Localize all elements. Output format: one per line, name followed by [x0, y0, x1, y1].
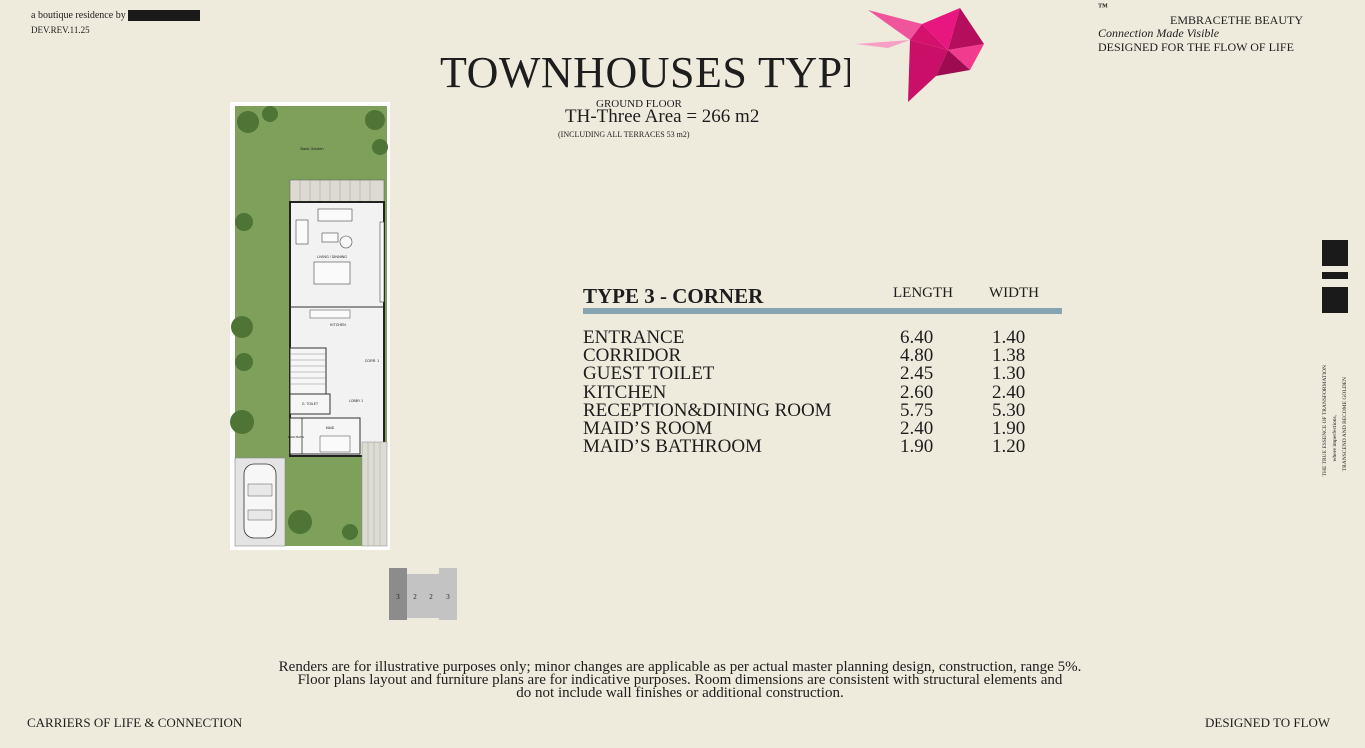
- table-row: GUEST TOILET 2.45 1.30: [583, 363, 1062, 385]
- plan-label-guest-toilet: G. TOILET: [302, 402, 318, 406]
- plan-label-kitchen: KITCHEN: [330, 323, 346, 327]
- brand-text: a boutique residence by: [31, 10, 126, 21]
- floor-plan: Back Garden LIVING / DINNING KITCHEN COR…: [230, 102, 390, 550]
- key-plan-unit-3: 2: [429, 593, 433, 601]
- disclaimer-line-3: do not include wall finishes or addition…: [516, 685, 844, 701]
- table-rule: [583, 308, 1062, 314]
- room-width: 1.30: [992, 363, 1026, 385]
- plan-label-lobby: LOBBY 1: [349, 399, 363, 403]
- dimensions-table: ENTRANCE 6.40 1.40 CORRIDOR 4.80 1.38 GUEST …: [583, 328, 1062, 458]
- table-title: TYPE 3 - CORNER: [583, 284, 764, 308]
- tagline-3: DESIGNED FOR THE FLOW OF LIFE: [1098, 40, 1294, 54]
- page-title: TOWNHOUSES TYPE 3: [440, 48, 905, 97]
- footer-left: CARRIERS OF LIFE & CONNECTION: [27, 715, 243, 730]
- tagline-2: Connection Made Visible: [1098, 26, 1220, 40]
- key-plan-unit-4: 3: [446, 593, 450, 601]
- disclaimer: Renders are for illustrative purposes on…: [180, 660, 1180, 701]
- column-header-width: WIDTH: [989, 285, 1039, 301]
- room-name: GUEST TOILET: [583, 363, 715, 385]
- brand-line: a boutique residence by: [31, 10, 200, 22]
- room-name: MAID’S BATHROOM: [583, 436, 762, 458]
- trademark-symbol: ™: [1098, 2, 1108, 13]
- table-row: MAID’S BATHROOM 1.90 1.20: [583, 436, 1062, 458]
- side-bar-top: [1322, 240, 1348, 266]
- plan-label-living: LIVING / DINNING: [317, 255, 347, 259]
- revision-code: DEV.REV.11.25: [31, 25, 90, 35]
- area-text: TH-Three Area = 266 m2: [565, 106, 760, 127]
- room-length: 2.45: [900, 363, 934, 385]
- key-plan-unit-2: 2: [413, 593, 417, 601]
- side-vertical-text: THE TRUE ESSENCE OF TRANSFORMATION where…: [1320, 365, 1360, 505]
- plan-label-corridor: CORR. 1: [365, 359, 380, 363]
- room-length: 1.90: [900, 436, 934, 458]
- plan-label-back-garden: Back Garden: [300, 146, 323, 151]
- side-text-line-3: TRANSCEND AND BECOME GOLDEN: [1342, 377, 1348, 472]
- origami-bird-icon: [850, 4, 1030, 108]
- side-text-line-1: THE TRUE ESSENCE OF TRANSFORMATION: [1322, 365, 1328, 477]
- car-icon: [243, 463, 277, 539]
- column-header-length: LENGTH: [893, 285, 953, 301]
- footer-right: DESIGNED TO FLOW: [1205, 715, 1331, 730]
- redacted-logo: [127, 10, 200, 22]
- side-bar-bottom: [1322, 287, 1348, 313]
- side-text-line-2: where imperfections,: [1332, 415, 1338, 462]
- plan-label-maid: MAID: [326, 426, 335, 430]
- side-bar-middle: [1322, 272, 1348, 279]
- plan-label-maid-bath: MAID BATH: [288, 435, 304, 439]
- room-width: 1.20: [992, 436, 1026, 458]
- terraces-note: (INCLUDING ALL TERRACES 53 m2): [558, 130, 690, 139]
- key-plan: 3 2 2 3: [389, 568, 457, 620]
- key-plan-unit-1: 3: [396, 593, 400, 601]
